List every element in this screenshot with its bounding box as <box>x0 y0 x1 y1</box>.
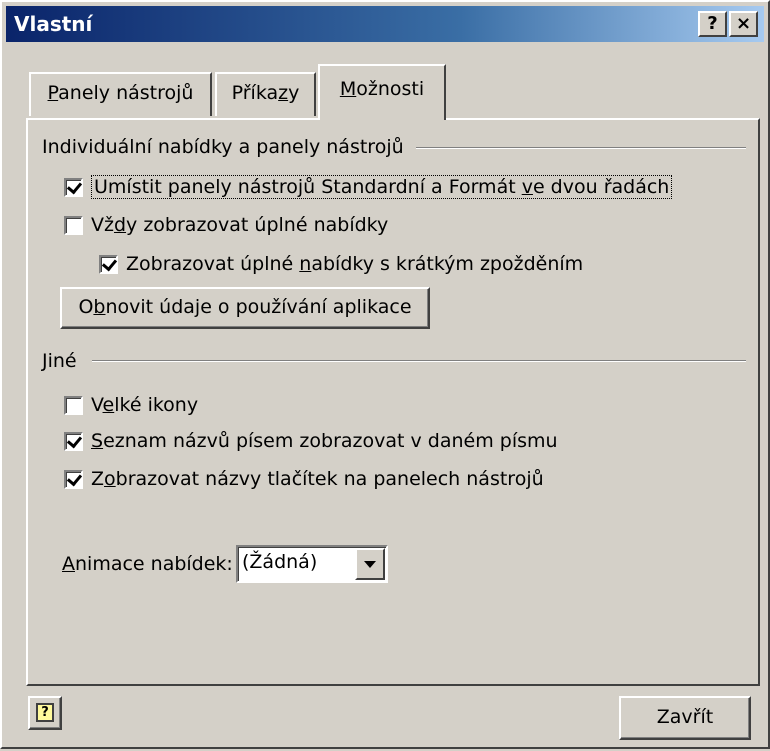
help-icon: ? <box>36 703 54 722</box>
option-label: Seznam názvů písem zobrazovat v daném pí… <box>91 430 558 452</box>
option-label: Umístit panely nástrojů Standardní a For… <box>91 175 673 199</box>
customize-dialog: Vlastní ? × Panely nástrojů Příkazy Možn… <box>0 0 770 749</box>
option-large-icons[interactable]: Velké ikony <box>64 394 198 416</box>
animation-value: (Žádná) <box>242 551 318 573</box>
option-full-menus-delay[interactable]: Zobrazovat úplné nabídky s krátkým zpožd… <box>99 253 583 275</box>
help-button[interactable]: ? <box>28 696 62 730</box>
section-divider <box>416 147 746 149</box>
option-full-menus[interactable]: Vždy zobrazovat úplné nabídky <box>64 214 388 236</box>
section-divider <box>92 360 746 362</box>
option-two-rows[interactable]: Umístit panely nástrojů Standardní a For… <box>64 175 673 199</box>
option-label: Velké ikony <box>91 394 199 416</box>
checkbox[interactable] <box>64 469 83 489</box>
checkbox[interactable] <box>64 177 83 197</box>
option-font-preview[interactable]: Seznam názvů písem zobrazovat v daném pí… <box>64 430 558 452</box>
option-label: Zobrazovat názvy tlačítek na panelech ná… <box>91 468 544 490</box>
option-screentips[interactable]: Zobrazovat názvy tlačítek na panelech ná… <box>64 468 544 490</box>
animation-select[interactable]: (Žádná) <box>236 545 388 583</box>
animation-label: Animace nabídek: <box>62 553 233 575</box>
checkbox[interactable] <box>64 215 83 235</box>
section-label-menus: Individuální nabídky a panely nástrojů <box>42 136 404 158</box>
section-label-other: Jiné <box>42 350 77 372</box>
option-label: Vždy zobrazovat úplné nabídky <box>91 214 389 236</box>
chevron-down-icon[interactable] <box>355 548 385 580</box>
option-label: Zobrazovat úplné nabídky s krátkým zpožd… <box>126 253 584 275</box>
checkbox[interactable] <box>99 254 118 274</box>
checkbox[interactable] <box>64 395 83 415</box>
checkbox[interactable] <box>64 431 83 451</box>
reset-usage-button[interactable]: Obnovit údaje o používání aplikace <box>60 287 430 329</box>
close-button[interactable]: Zavřít <box>619 696 751 740</box>
